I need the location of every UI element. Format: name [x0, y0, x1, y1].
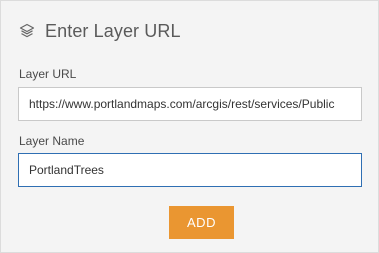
layer-name-label: Layer Name — [19, 134, 85, 148]
add-button[interactable]: ADD — [169, 206, 234, 239]
enter-layer-url-panel: Enter Layer URL Layer URL Layer Name ADD — [0, 0, 379, 253]
layer-name-input[interactable] — [18, 153, 362, 187]
layer-url-label: Layer URL — [19, 67, 77, 81]
layers-icon — [18, 22, 36, 40]
layer-url-input[interactable] — [18, 87, 362, 121]
panel-title: Enter Layer URL — [45, 20, 181, 41]
panel-header: Enter Layer URL — [18, 19, 181, 43]
